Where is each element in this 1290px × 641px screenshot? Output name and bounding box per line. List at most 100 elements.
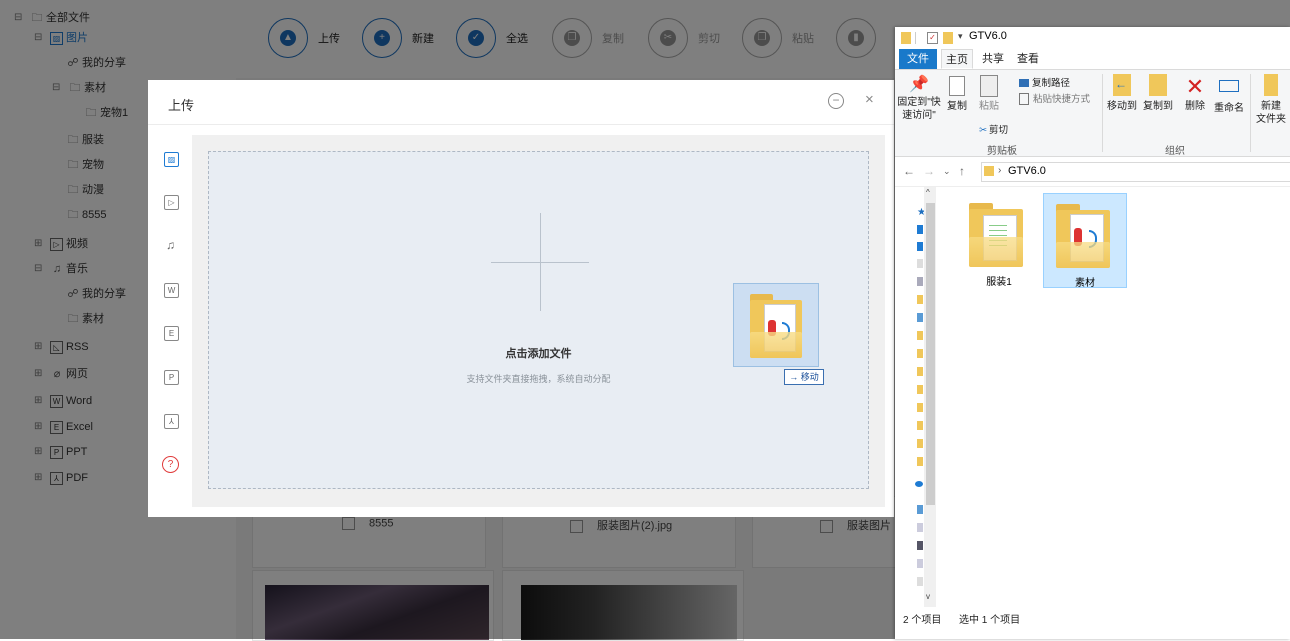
word-icon[interactable]: W [164, 283, 179, 298]
ribbon-tabs: 文件 主页 共享 查看 [895, 49, 1290, 70]
scroll-up-icon[interactable]: ^ [926, 188, 930, 197]
folder-icon[interactable] [917, 295, 923, 304]
downloads-icon[interactable] [917, 242, 923, 251]
ribbon: 📌 固定到"快速访问" 复制 粘贴 复制路径 粘贴快捷方式 ✂ 剪切 剪贴板 ← 移动… [895, 70, 1290, 157]
scrollbar-thumb[interactable] [926, 203, 935, 505]
drive-icon[interactable] [917, 577, 923, 586]
folder-icon [750, 292, 802, 358]
plus-icon-vertical [540, 213, 541, 311]
web-file-manager: ⊟🗀全部文件 ⊟▨图片 ☍我的分享 ⊟🗀素材 🗀宠物1 🗀服装 🗀宠物 🗀动漫 … [0, 0, 1290, 641]
pdf-icon[interactable]: ⅄ [164, 414, 179, 429]
pin-quick-access-button[interactable]: 📌 固定到"快速访问" [897, 74, 941, 122]
copy-ribbon-button[interactable]: 复制 [943, 74, 971, 113]
cut-ribbon-button[interactable]: ✂ 剪切 [979, 122, 1008, 136]
explorer-title: GTV6.0 [969, 30, 1007, 42]
onedrive-icon[interactable] [915, 481, 923, 487]
scissors-icon: ✂ [979, 125, 987, 136]
copy-path-button[interactable]: 复制路径 [1019, 75, 1070, 89]
paste-shortcut-button[interactable]: 粘贴快捷方式 [1019, 91, 1090, 106]
recent-locations-icon[interactable]: ⌄ [943, 166, 951, 177]
folder-icon[interactable] [917, 403, 923, 412]
drive-icon[interactable] [917, 541, 923, 550]
image-icon[interactable]: ▨ [164, 152, 179, 167]
drive-icon[interactable] [917, 559, 923, 568]
paste-shortcut-icon [1019, 93, 1029, 106]
minimize-button[interactable]: − [828, 93, 844, 109]
drop-hint: 支持文件夹直接拖拽，系统自动分配 [466, 374, 611, 384]
copy-path-icon [1019, 79, 1029, 88]
drive-icon[interactable] [917, 523, 923, 532]
computer-icon[interactable] [917, 313, 923, 322]
drag-ghost-folder [733, 283, 819, 367]
properties-icon[interactable]: ✓ [927, 32, 938, 44]
desktop-icon[interactable] [917, 225, 923, 234]
tab-home[interactable]: 主页 [941, 49, 973, 69]
folder-icon [1056, 202, 1110, 268]
new-folder-icon[interactable] [943, 32, 953, 44]
folder-item-material[interactable]: 素材 [1043, 193, 1127, 289]
copy-to-button[interactable]: 复制到 [1141, 74, 1175, 113]
dialog-title: 上传 [168, 98, 195, 113]
folder-icon[interactable] [917, 349, 923, 358]
ppt-icon[interactable]: P [164, 370, 179, 385]
documents-icon[interactable] [917, 259, 923, 268]
rename-icon [1219, 80, 1239, 92]
delete-ribbon-button[interactable]: ✕ 删除 [1180, 74, 1210, 113]
item-count: 2 个项目 [903, 615, 942, 626]
move-to-icon: ← [1113, 74, 1131, 96]
chevron-right-icon: › [998, 165, 1002, 176]
selected-count: 选中 1 个项目 [959, 615, 1021, 626]
move-to-button[interactable]: ← 移动到 [1105, 74, 1139, 113]
folder-icon[interactable] [917, 331, 923, 340]
copy-icon [949, 76, 965, 96]
close-button[interactable]: × [865, 92, 874, 108]
forward-icon[interactable]: → [923, 164, 935, 178]
paste-icon [980, 75, 998, 97]
tab-share[interactable]: 共享 [977, 49, 1009, 69]
tab-file[interactable]: 文件 [899, 49, 937, 69]
upload-type-bar: ▨ ▷ ♫ W E P ⅄ ? [148, 125, 192, 517]
excel-icon[interactable]: E [164, 326, 179, 341]
divider [148, 124, 894, 125]
folder-icon[interactable] [917, 367, 923, 376]
scroll-down-icon[interactable]: v [926, 592, 930, 601]
status-bar: 2 个项目 选中 1 个项目 [895, 607, 1290, 639]
video-icon[interactable]: ▷ [164, 195, 179, 210]
path-field[interactable]: › GTV6.0 [981, 162, 1290, 182]
clipboard-group-label: 剪贴板 [987, 146, 1017, 157]
folder-label: 服装1 [986, 277, 1012, 288]
rename-button[interactable]: 重命名 [1212, 74, 1246, 115]
help-icon[interactable]: ? [162, 456, 179, 473]
organize-group-label: 组织 [1165, 146, 1185, 157]
navigation-pane: ★ ^ v [895, 187, 938, 607]
move-badge: → 移动 [784, 369, 824, 385]
up-icon[interactable]: ↑ [959, 164, 965, 178]
music-icon[interactable]: ♫ [164, 239, 177, 252]
customize-qa-icon[interactable]: ▾ [958, 31, 963, 43]
folder-icon[interactable] [917, 457, 923, 466]
divider [1250, 74, 1251, 152]
folder-icon [984, 166, 994, 176]
address-bar: ← → ⌄ ↑ › GTV6.0 [895, 158, 1290, 187]
delete-x-icon: ✕ [1185, 74, 1205, 99]
new-folder-icon [1264, 74, 1278, 96]
divider [1102, 74, 1103, 152]
folder-item-clothing1[interactable]: 服装1 [957, 193, 1041, 288]
folder-icon[interactable] [917, 421, 923, 430]
folder-icon [969, 201, 1023, 267]
divider [915, 32, 916, 44]
pictures-icon[interactable] [917, 277, 923, 286]
folder-icon[interactable] [917, 385, 923, 394]
pin-icon: 📌 [909, 76, 929, 93]
folder-icon[interactable] [917, 439, 923, 448]
copy-to-icon [1149, 74, 1167, 96]
explorer-titlebar: ✓ ▾ GTV6.0 [895, 27, 1290, 49]
new-folder-button[interactable]: 新建 文件夹 [1252, 74, 1290, 126]
this-pc-icon[interactable] [917, 505, 923, 514]
back-icon[interactable]: ← [903, 164, 915, 178]
paste-ribbon-button[interactable]: 粘贴 [975, 74, 1003, 113]
tab-view[interactable]: 查看 [1012, 49, 1044, 69]
folder-icon [901, 32, 911, 44]
folder-label: 素材 [1075, 278, 1095, 289]
explorer-window: ✓ ▾ GTV6.0 文件 主页 共享 查看 📌 固定到"快速访问" 复制 粘贴 … [895, 27, 1290, 639]
